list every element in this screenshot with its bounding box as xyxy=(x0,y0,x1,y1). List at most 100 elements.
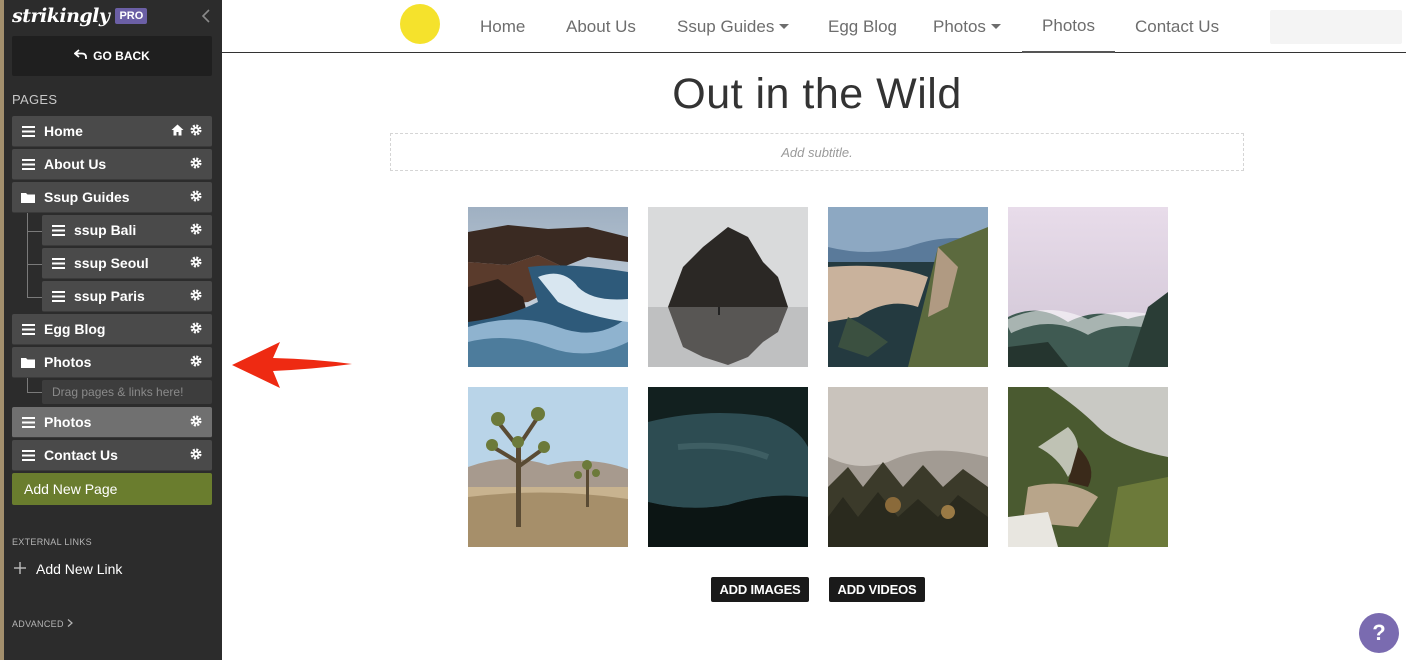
chevron-right-icon xyxy=(67,619,73,629)
brand: strikingly PRO xyxy=(12,5,148,27)
caret-down-icon xyxy=(990,24,1001,29)
caret-down-icon xyxy=(779,24,790,29)
add-new-link-button[interactable]: Add New Link xyxy=(14,561,122,577)
pages-section-title: PAGES xyxy=(12,92,58,107)
site-navigation: Home About Us Ssup Guides Egg Blog Photo… xyxy=(222,0,1406,53)
gallery-photo-misty-forest[interactable] xyxy=(828,387,988,547)
gallery-photo-joshua-tree[interactable] xyxy=(468,387,628,547)
gallery-photo-rocky-coast[interactable] xyxy=(468,207,628,367)
sidebar-folder-ssup-guides[interactable]: Ssup Guides xyxy=(12,182,212,213)
nav-ssup-guides[interactable]: Ssup Guides xyxy=(677,0,790,53)
menu-icon xyxy=(12,125,44,137)
menu-icon xyxy=(12,323,44,335)
sidebar-page-egg-blog[interactable]: Egg Blog xyxy=(12,314,212,345)
sidebar-page-ssup-bali[interactable]: ssup Bali xyxy=(42,215,212,246)
gear-icon[interactable] xyxy=(190,288,202,304)
pro-badge: PRO xyxy=(115,8,148,24)
advanced-link[interactable]: ADVANCED xyxy=(12,619,73,629)
menu-icon xyxy=(12,416,44,428)
editor-sidebar: strikingly PRO GO BACK PAGES Home About … xyxy=(0,0,222,660)
menu-icon xyxy=(12,449,44,461)
add-videos-button[interactable]: ADD VIDEOS xyxy=(829,577,925,602)
nav-egg-blog[interactable]: Egg Blog xyxy=(828,0,897,53)
site-logo[interactable] xyxy=(400,4,440,44)
menu-icon xyxy=(42,257,74,269)
nav-label: Photos xyxy=(1042,15,1095,35)
sidebar-page-photos-active[interactable]: Photos xyxy=(12,407,212,438)
nav-label: Ssup Guides xyxy=(677,16,775,36)
page-label: Egg Blog xyxy=(44,321,106,337)
help-question-icon[interactable]: ? xyxy=(1359,613,1399,653)
gear-icon[interactable] xyxy=(190,222,202,238)
brand-logo: strikingly xyxy=(12,5,110,27)
gear-icon[interactable] xyxy=(190,255,202,271)
gear-icon[interactable] xyxy=(190,189,202,205)
page-label: Photos xyxy=(44,354,92,370)
tree-connector xyxy=(27,212,28,297)
gallery-photo-sea-rock[interactable] xyxy=(648,207,808,367)
photo-gallery xyxy=(468,207,1168,547)
nav-label: Photos xyxy=(933,16,986,36)
tree-connector xyxy=(27,231,42,232)
nav-about-us[interactable]: About Us xyxy=(566,0,636,53)
tree-connector xyxy=(27,377,28,392)
menu-icon xyxy=(42,224,74,236)
nav-label: Contact Us xyxy=(1135,16,1220,36)
gear-icon[interactable] xyxy=(190,447,202,463)
gallery-photo-mountain-lake[interactable] xyxy=(648,387,808,547)
menu-icon xyxy=(12,158,44,170)
sidebar-edge xyxy=(0,0,4,660)
nav-contact-us[interactable]: Contact Us xyxy=(1135,0,1219,53)
gallery-photo-volcanic-steam[interactable] xyxy=(1008,387,1168,547)
drag-drop-zone[interactable]: Drag pages & links here! xyxy=(42,380,212,404)
nav-label: Home xyxy=(480,16,526,36)
advanced-label: ADVANCED xyxy=(12,619,64,629)
external-links-title: EXTERNAL LINKS xyxy=(12,537,92,547)
go-back-label: GO BACK xyxy=(93,49,150,63)
nav-call-to-action-button[interactable] xyxy=(1270,10,1402,44)
sidebar-page-ssup-paris[interactable]: ssup Paris xyxy=(42,281,212,312)
go-back-button[interactable]: GO BACK xyxy=(12,36,212,76)
menu-icon xyxy=(42,290,74,302)
page-label: ssup Bali xyxy=(74,222,137,238)
tree-connector xyxy=(27,264,42,265)
sidebar-page-ssup-seoul[interactable]: ssup Seoul xyxy=(42,248,212,279)
nav-label: Egg Blog xyxy=(828,16,897,36)
sidebar-page-home[interactable]: Home xyxy=(12,116,212,147)
annotation-arrow-icon xyxy=(230,340,354,395)
subtitle-input[interactable]: Add subtitle. xyxy=(390,133,1244,171)
page-label: Contact Us xyxy=(44,447,118,463)
page-label: ssup Paris xyxy=(74,288,145,304)
nav-photos-dropdown[interactable]: Photos xyxy=(933,0,1001,53)
add-link-label: Add New Link xyxy=(36,561,123,577)
gear-icon[interactable] xyxy=(190,321,202,337)
tree-connector xyxy=(27,297,42,298)
page-label: Photos xyxy=(44,414,92,430)
page-label: Home xyxy=(44,123,83,139)
home-icon xyxy=(171,123,184,139)
page-label: Ssup Guides xyxy=(44,189,130,205)
gallery-photo-foggy-mountain[interactable] xyxy=(1008,207,1168,367)
sidebar-folder-photos[interactable]: Photos xyxy=(12,347,212,378)
tree-connector xyxy=(27,392,42,393)
nav-home[interactable]: Home xyxy=(480,0,525,53)
folder-icon xyxy=(12,357,44,368)
nav-label: About Us xyxy=(566,16,636,36)
page-label: About Us xyxy=(44,156,107,172)
sidebar-page-about-us[interactable]: About Us xyxy=(12,149,212,180)
page-label: ssup Seoul xyxy=(74,255,149,271)
undo-arrow-icon xyxy=(73,49,88,63)
gallery-photo-cliff-coastline[interactable] xyxy=(828,207,988,367)
sidebar-page-contact-us[interactable]: Contact Us xyxy=(12,440,212,471)
add-images-button[interactable]: ADD IMAGES xyxy=(711,577,809,602)
gear-icon[interactable] xyxy=(190,354,202,370)
folder-icon xyxy=(12,192,44,203)
nav-photos-active[interactable]: Photos xyxy=(1022,0,1115,53)
collapse-sidebar-icon[interactable] xyxy=(199,5,213,27)
gear-icon[interactable] xyxy=(190,414,202,430)
plus-icon xyxy=(14,561,26,577)
gear-icon[interactable] xyxy=(190,156,202,172)
page-title[interactable]: Out in the Wild xyxy=(390,70,1244,119)
gear-icon[interactable] xyxy=(190,123,202,139)
add-new-page-button[interactable]: Add New Page xyxy=(12,473,212,505)
